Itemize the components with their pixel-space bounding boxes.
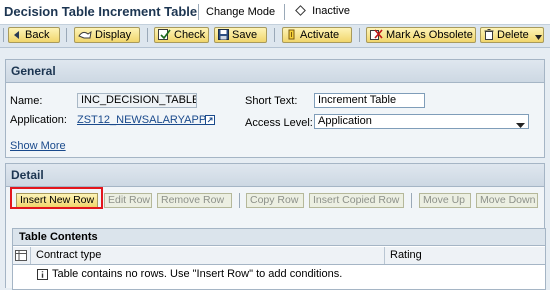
- access-level-label: Access Level:: [245, 117, 313, 129]
- detail-heading: Detail: [6, 164, 544, 187]
- move-down-button[interactable]: Move Down: [476, 193, 538, 208]
- info-icon: [37, 268, 48, 286]
- mark-obsolete-icon: [370, 29, 383, 44]
- table-settings-icon[interactable]: [13, 247, 31, 264]
- remove-row-button[interactable]: Remove Row: [157, 193, 232, 208]
- delete-button[interactable]: Delete: [480, 27, 544, 43]
- name-label: Name:: [10, 95, 43, 107]
- toolbar-separator: [359, 28, 360, 42]
- mode-label: Change Mode: [206, 6, 276, 18]
- check-button[interactable]: Check: [154, 27, 209, 43]
- status-text: Inactive: [312, 5, 350, 17]
- delete-icon: [484, 29, 494, 44]
- general-panel: General Name: INC_DECISION_TABLE Applica…: [5, 59, 545, 158]
- activate-button[interactable]: Activate: [282, 27, 352, 43]
- mark-as-obsolete-button[interactable]: Mark As Obsolete: [366, 27, 476, 43]
- insert-copied-row-button[interactable]: Insert Copied Row: [309, 193, 404, 208]
- table-title: Table Contents: [13, 229, 545, 246]
- toolbar-separator: [66, 28, 67, 42]
- save-icon: [218, 29, 229, 44]
- toolbar-separator: [274, 28, 275, 42]
- inactive-diamond-icon: [295, 5, 306, 17]
- back-button[interactable]: Back: [8, 27, 60, 43]
- back-icon: [12, 30, 22, 44]
- title-separator: [284, 4, 285, 20]
- display-icon: [78, 29, 92, 44]
- general-heading: General: [6, 60, 544, 83]
- name-field[interactable]: INC_DECISION_TABLE: [77, 93, 197, 108]
- toolbar: Back Display Check Save Activate Mark As…: [0, 25, 550, 48]
- page-title: Decision Table Increment Table: [4, 4, 198, 19]
- detail-toolbar-separator: [411, 193, 412, 208]
- activate-icon: [286, 29, 297, 44]
- application-link[interactable]: ZST12_NEWSALARYAPP: [77, 114, 206, 126]
- copy-row-button[interactable]: Copy Row: [246, 193, 304, 208]
- access-level-value: Application: [318, 115, 372, 127]
- access-level-select[interactable]: Application: [314, 114, 529, 129]
- open-link-icon[interactable]: [205, 115, 215, 128]
- edit-row-button[interactable]: Edit Row: [104, 193, 152, 208]
- table-empty-row: Table contains no rows. Use "Insert Row"…: [13, 265, 545, 283]
- column-header-rating[interactable]: Rating: [385, 247, 545, 264]
- table-header-row: Contract type Rating: [13, 247, 545, 265]
- detail-toolbar-separator: [239, 193, 240, 208]
- status-indicator: Inactive: [295, 5, 350, 17]
- short-text-label: Short Text:: [245, 95, 298, 107]
- empty-table-message: Table contains no rows. Use "Insert Row"…: [52, 268, 343, 280]
- move-up-button[interactable]: Move Up: [419, 193, 471, 208]
- table-contents: Table Contents Contract type Rating Tabl…: [12, 228, 546, 290]
- chevron-down-icon[interactable]: [516, 119, 525, 128]
- title-separator: [198, 4, 199, 20]
- save-button[interactable]: Save: [214, 27, 267, 43]
- application-label: Application:: [10, 114, 67, 126]
- show-more-link[interactable]: Show More: [10, 140, 66, 152]
- check-icon: [158, 29, 171, 44]
- toolbar-separator: [3, 28, 4, 42]
- display-button[interactable]: Display: [74, 27, 140, 43]
- dropdown-arrow-icon: [534, 30, 542, 44]
- toolbar-separator: [147, 28, 148, 42]
- highlight-box: [10, 187, 103, 209]
- short-text-field[interactable]: Increment Table: [314, 93, 425, 108]
- column-header-contract-type[interactable]: Contract type: [31, 247, 385, 264]
